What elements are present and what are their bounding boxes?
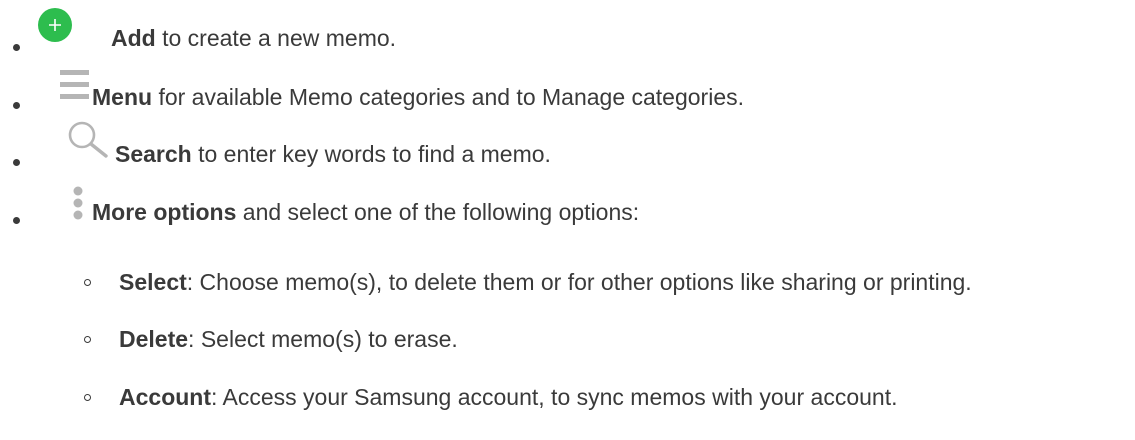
sub-bullet bbox=[84, 394, 91, 401]
subitem-title: Delete bbox=[119, 326, 189, 352]
sub-bullet bbox=[84, 336, 91, 343]
item-title: Menu bbox=[92, 84, 153, 110]
bullet bbox=[13, 44, 20, 51]
item-title: Search bbox=[115, 141, 192, 167]
bullet bbox=[13, 102, 20, 109]
item-description: for available Memo categories and to Man… bbox=[152, 84, 745, 110]
item-description: to enter key words to find a memo. bbox=[191, 141, 551, 167]
subitem-title: Select bbox=[119, 269, 187, 295]
more-options-icon bbox=[73, 186, 83, 226]
menu-icon bbox=[60, 70, 89, 106]
item-title: Add bbox=[111, 25, 156, 51]
item-title: More options bbox=[92, 199, 237, 225]
subitem-description: : Choose memo(s), to delete them or for … bbox=[186, 269, 972, 295]
sub-bullet bbox=[84, 279, 91, 286]
subitem-description: : Access your Samsung account, to sync m… bbox=[211, 384, 898, 410]
search-icon bbox=[66, 120, 110, 166]
bullet bbox=[13, 159, 20, 166]
item-description: and select one of the following options: bbox=[236, 199, 640, 225]
add-icon bbox=[38, 8, 72, 48]
subitem-description: : Select memo(s) to erase. bbox=[188, 326, 458, 352]
bullet bbox=[13, 217, 20, 224]
subitem-title: Account bbox=[119, 384, 211, 410]
item-description: to create a new memo. bbox=[155, 25, 397, 51]
